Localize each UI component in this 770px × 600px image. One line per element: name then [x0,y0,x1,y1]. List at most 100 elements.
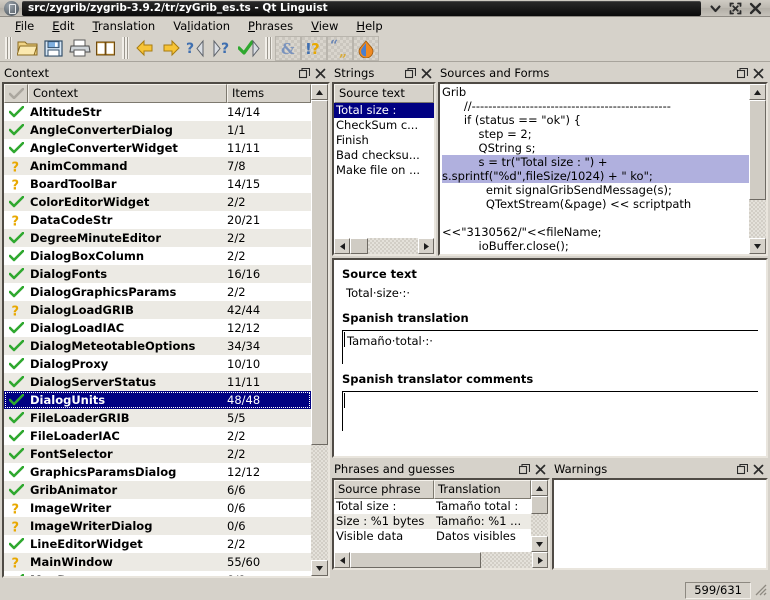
toolbar-grip-file[interactable] [5,37,12,59]
phrases-row[interactable]: Size : %1 bytes Tamaño: %1 ... [334,514,531,530]
strings-header-source-text[interactable]: Source text [334,84,434,104]
phrases-scroll-thumb[interactable] [531,496,548,515]
validate-place-markers-button[interactable] [353,35,379,61]
context-row[interactable]: DialogServerStatus 11/11 [4,373,311,392]
context-row[interactable]: AltitudeStr 14/14 [4,103,311,121]
context-row[interactable]: AngleConverterDialog 1/1 [4,121,311,140]
menu-help[interactable]: Help [347,18,391,34]
validate-accelerators-button[interactable]: & [275,35,301,61]
phrases-scroll-right-button[interactable] [532,552,548,569]
menu-phrases[interactable]: Phrases [239,18,302,34]
phrases-header-translation[interactable]: Translation [434,480,531,500]
context-row[interactable]: DialogBoxColumn 2/2 [4,247,311,265]
warnings-float-button[interactable] [737,463,748,475]
strings-row[interactable]: Total size : [334,103,434,119]
open-phrase-book-button[interactable] [93,36,119,61]
strings-row[interactable]: Finish [334,133,434,148]
context-row[interactable]: DialogProxy 10/10 [4,355,311,373]
context-scroll-down-button[interactable] [311,560,328,576]
context-row[interactable]: DialogMeteotableOptions 34/34 [4,337,311,356]
strings-row[interactable]: CheckSum c... [334,118,434,133]
maximize-button[interactable] [729,2,742,15]
strings-scroll-left-button[interactable] [334,238,350,255]
close-button[interactable] [749,2,762,15]
strings-row[interactable]: Make file on ... [334,163,434,178]
save-file-button[interactable] [41,36,67,61]
menu-view[interactable]: View [302,18,347,34]
warnings-close-button[interactable] [753,464,764,475]
translation-input[interactable]: Tamaño·total·:· [342,330,758,365]
warnings-content[interactable] [554,480,766,569]
phrases-horizontal-scrollbar[interactable] [334,552,548,569]
context-row[interactable]: ColorEditorWidget 2/2 [4,193,311,212]
context-row[interactable]: ? ImageWriter 0/6 [4,499,311,517]
source-code-view[interactable]: Grib //---------------------------------… [440,84,749,255]
next-unfinished-button[interactable]: ? [210,36,236,61]
sources-scroll-up-button[interactable] [749,84,766,101]
context-row[interactable]: GraphicsParamsDialog 12/12 [4,463,311,481]
context-row[interactable]: ? ImageWriterDialog 0/6 [4,517,311,536]
toolbar-grip-validation[interactable] [265,37,272,59]
phrases-close-button[interactable] [535,464,546,475]
strings-hscroll-thumb[interactable] [350,238,368,255]
validate-phrases-button[interactable]: “ „ [327,35,353,61]
print-button[interactable] [67,36,93,61]
context-row[interactable]: AngleConverterWidget 11/11 [4,139,311,157]
toolbar-grip-navigation[interactable] [122,37,129,59]
prev-button[interactable] [132,36,158,61]
strings-close-button[interactable] [421,68,432,79]
sources-scroll-thumb[interactable] [749,100,766,200]
context-row[interactable]: DegreeMinuteEditor 2/2 [4,229,311,248]
phrases-scroll-down-button[interactable] [531,536,548,553]
context-row[interactable]: ? BoardToolBar 14/15 [4,175,311,193]
menu-translation[interactable]: Translation [84,18,165,34]
menu-validation[interactable]: Validation [164,18,239,34]
context-vertical-scrollbar[interactable] [311,84,328,576]
next-button[interactable] [158,36,184,61]
context-close-button[interactable] [315,68,326,79]
context-scroll-up-button[interactable] [311,84,328,101]
phrases-row[interactable]: Visible data Datos visibles [334,529,531,544]
strings-horizontal-scrollbar[interactable] [334,238,434,255]
phrases-row[interactable]: Total size : Tamaño total : [334,499,531,514]
context-row[interactable]: DialogGraphicsParams 2/2 [4,283,311,301]
open-file-button[interactable] [15,36,41,61]
done-and-next-button[interactable] [236,36,262,61]
context-row[interactable]: DialogLoadIAC 12/12 [4,319,311,337]
context-row[interactable]: FontSelector 2/2 [4,445,311,464]
prev-unfinished-button[interactable]: ? [184,36,210,61]
context-row[interactable]: DialogFonts 16/16 [4,265,311,284]
context-row[interactable]: LineEditorWidget 2/2 [4,535,311,553]
context-row[interactable]: DialogUnits 48/48 [4,391,311,410]
sources-scroll-track[interactable] [749,100,766,238]
menu-file[interactable]: File [6,18,43,34]
context-row[interactable]: FileLoaderGRIB 5/5 [4,409,311,428]
context-scroll-thumb[interactable] [311,100,328,446]
context-row[interactable]: FileLoaderIAC 2/2 [4,427,311,445]
phrases-hscroll-thumb[interactable] [350,552,482,569]
phrases-header-source[interactable]: Source phrase [334,480,434,500]
context-scroll-track[interactable] [311,100,328,560]
context-float-button[interactable] [299,67,310,79]
sources-float-button[interactable] [737,67,748,79]
context-row[interactable]: ? DataCodeStr 20/21 [4,211,311,229]
context-header-name[interactable]: Context [28,84,227,104]
context-row[interactable]: ? DialogLoadGRIB 42/44 [4,301,311,320]
context-row[interactable]: MapDrawer8/8 [4,571,311,576]
translator-comments-input[interactable] [342,391,758,432]
context-row[interactable]: ? MainWindow 55/60 [4,553,311,572]
context-row[interactable]: GribAnimator 6/6 [4,481,311,500]
minimize-button[interactable] [709,2,722,15]
sources-scroll-down-button[interactable] [749,238,766,255]
phrases-scroll-left-button[interactable] [334,552,350,569]
context-header-items[interactable]: Items [227,84,311,104]
phrases-scroll-track[interactable] [531,496,548,536]
context-row[interactable]: ? AnimCommand 7/8 [4,157,311,176]
size-grip[interactable] [754,583,768,597]
menu-edit[interactable]: Edit [43,18,83,34]
strings-hscroll-track[interactable] [350,238,418,255]
phrases-scroll-up-button[interactable] [531,480,548,497]
strings-float-button[interactable] [405,67,416,79]
sources-vertical-scrollbar[interactable] [749,84,766,255]
context-header-status[interactable] [4,84,28,104]
